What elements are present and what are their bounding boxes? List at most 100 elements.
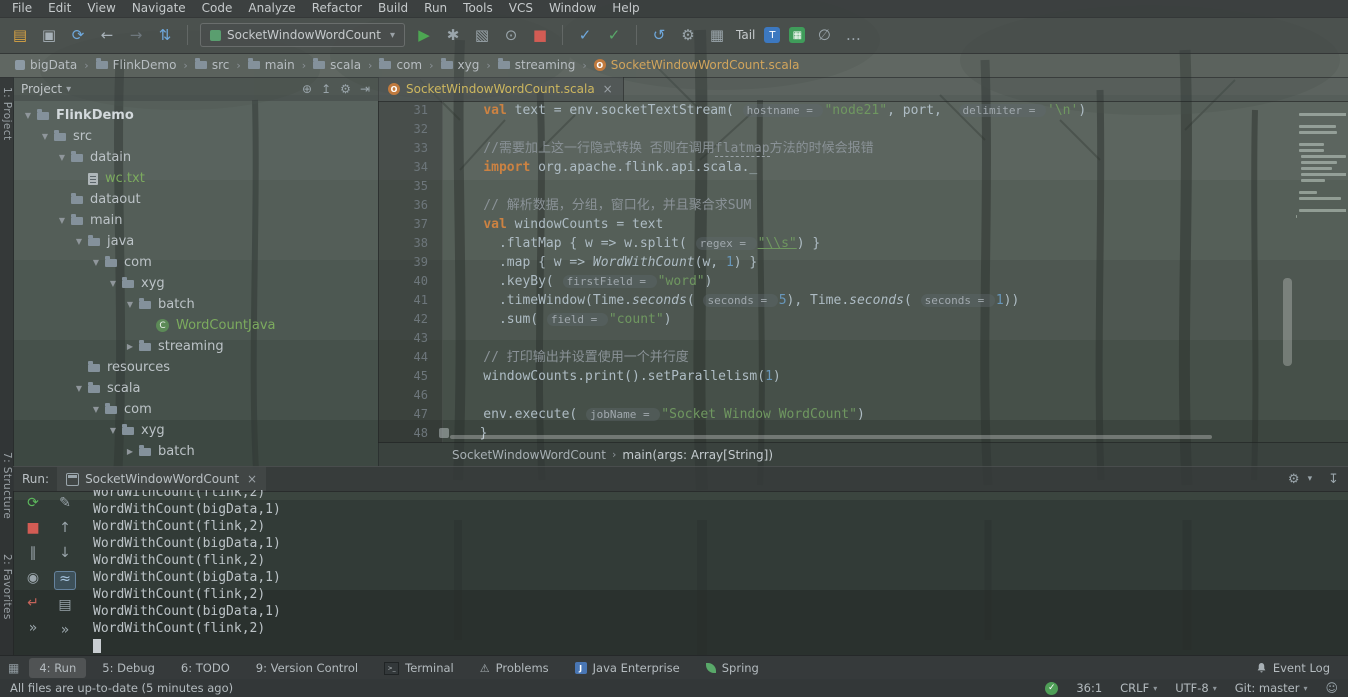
menu-item-build[interactable]: Build xyxy=(370,0,416,17)
save-all-icon[interactable]: ▣ xyxy=(39,28,59,43)
stop-icon[interactable]: ■ xyxy=(530,28,550,43)
line-number[interactable]: 46 xyxy=(378,386,440,405)
breadcrumb-item-com[interactable]: com xyxy=(376,58,425,72)
toolwindow-button-6-todo[interactable]: 6: TODO xyxy=(171,658,240,678)
tree-item-flinkdemo[interactable]: ▼FlinkDemo xyxy=(13,105,378,126)
menu-item-refactor[interactable]: Refactor xyxy=(304,0,370,17)
dock-pinned-icon[interactable]: ↧ xyxy=(1328,472,1339,487)
stop-button[interactable]: ■ xyxy=(23,521,43,538)
undo-icon[interactable]: ↺ xyxy=(649,28,669,43)
code-line-48[interactable]: 48 } xyxy=(378,424,1348,443)
tree-toggle-icon[interactable]: ▼ xyxy=(106,279,120,288)
menu-item-tools[interactable]: Tools xyxy=(455,0,501,17)
close-icon[interactable]: × xyxy=(603,82,613,96)
run-console[interactable]: WordWithCount(flink,2)WordWithCount(bigD… xyxy=(93,490,1348,655)
line-number[interactable]: 38 xyxy=(378,234,440,253)
more-console-actions-button[interactable]: » xyxy=(55,623,75,640)
editor-breadcrumb-item[interactable]: SocketWindowWordCount xyxy=(452,448,606,462)
line-number[interactable]: 34 xyxy=(378,158,440,177)
horizontal-scrollbar[interactable] xyxy=(450,435,1212,439)
collapse-all-icon[interactable]: ↥ xyxy=(321,82,331,96)
locate-file-icon[interactable]: ⊕ xyxy=(302,82,312,96)
code-line-44[interactable]: 44 // 打印输出并设置使用一个并行度 xyxy=(378,348,1348,367)
tree-item-src[interactable]: ▼src xyxy=(13,126,378,147)
hector-icon[interactable]: ☺ xyxy=(1325,681,1338,695)
code-line-33[interactable]: 33 //需要加上这一行隐式转换 否则在调用flatmap方法的时候会报错 xyxy=(378,139,1348,158)
tree-toggle-icon[interactable]: ▼ xyxy=(55,216,69,225)
breadcrumb-item-xyg[interactable]: xyg xyxy=(438,58,483,72)
tree-toggle-icon[interactable]: ▼ xyxy=(89,258,103,267)
tree-toggle-icon[interactable]: ▶ xyxy=(123,342,137,351)
tree-toggle-icon[interactable]: ▼ xyxy=(106,426,120,435)
tree-item-com[interactable]: ▼com xyxy=(13,399,378,420)
code-line-41[interactable]: 41 .timeWindow(Time.seconds( seconds = 5… xyxy=(378,291,1348,310)
line-number[interactable]: 35 xyxy=(378,177,440,196)
more-actions-button[interactable]: » xyxy=(23,621,43,638)
code-line-36[interactable]: 36 // 解析数据，分组，窗口化，并且聚合求SUM xyxy=(378,196,1348,215)
code-line-34[interactable]: 34 import org.apache.flink.api.scala._ xyxy=(378,158,1348,177)
tree-item-datain[interactable]: ▼datain xyxy=(13,147,378,168)
code-line-43[interactable]: 43 xyxy=(378,329,1348,348)
open-folder-icon[interactable]: ▤ xyxy=(10,28,30,43)
close-icon[interactable]: × xyxy=(247,472,257,486)
toolwindow-button-problems[interactable]: ⚠Problems xyxy=(470,658,559,678)
exit-button[interactable]: ↵ xyxy=(23,596,43,613)
breadcrumb-item-flinkdemo[interactable]: FlinkDemo xyxy=(93,58,180,72)
line-number[interactable]: 44 xyxy=(378,348,440,367)
soft-wrap-button[interactable]: ≈ xyxy=(54,571,76,590)
code-line-42[interactable]: 42 .sum( field = "count") xyxy=(378,310,1348,329)
breadcrumb-item-src[interactable]: src xyxy=(192,58,233,72)
gutter-marker-icon[interactable] xyxy=(439,428,449,438)
plugin-grid-icon[interactable]: ▦ xyxy=(789,27,805,43)
panel-settings-icon[interactable]: ⚙ xyxy=(340,82,351,96)
toolwindow-button-event-log[interactable]: Event Log xyxy=(1246,658,1340,678)
line-number[interactable]: 33 xyxy=(378,139,440,158)
run-config-selector[interactable]: SocketWindowWordCount▾ xyxy=(200,23,405,47)
settings-gear-icon[interactable]: ⚙ xyxy=(1288,472,1300,487)
tree-toggle-icon[interactable]: ▼ xyxy=(123,300,137,309)
up-stacktrace-button[interactable]: ↑ xyxy=(55,521,75,538)
menu-item-edit[interactable]: Edit xyxy=(40,0,79,17)
tree-toggle-icon[interactable]: ▼ xyxy=(89,405,103,414)
line-number[interactable]: 42 xyxy=(378,310,440,329)
code-line-32[interactable]: 32 xyxy=(378,120,1348,139)
tail-widget[interactable]: Tail xyxy=(736,28,755,42)
tree-item-main[interactable]: ▼main xyxy=(13,210,378,231)
line-number[interactable]: 32 xyxy=(378,120,440,139)
line-number[interactable]: 31 xyxy=(378,101,440,120)
menu-item-help[interactable]: Help xyxy=(604,0,647,17)
toolwindow-switcher-icon[interactable]: ▦ xyxy=(8,661,19,675)
tree-toggle-icon[interactable]: ▼ xyxy=(72,384,86,393)
toolwindow-button-4-run[interactable]: 4: Run xyxy=(29,658,86,678)
update-project-icon[interactable]: ⇅ xyxy=(155,28,175,43)
translate-icon[interactable]: T xyxy=(764,27,780,43)
tree-toggle-icon[interactable]: ▼ xyxy=(55,153,69,162)
toolwindow-button-terminal[interactable]: >_Terminal xyxy=(374,658,464,678)
editor-tab-socketwindowwordcount[interactable]: O SocketWindowWordCount.scala × xyxy=(378,77,624,101)
caret-position-widget[interactable]: 36:1 xyxy=(1076,681,1102,695)
code-minimap[interactable] xyxy=(1294,113,1346,221)
tree-item-wc-txt[interactable]: wc.txt xyxy=(13,168,378,189)
tree-item-streaming[interactable]: ▶streaming xyxy=(13,336,378,357)
tree-item-batch[interactable]: ▼batch xyxy=(13,294,378,315)
breadcrumb-item-socketwindowwordcount-scala[interactable]: OSocketWindowWordCount.scala xyxy=(591,58,803,72)
toolwindow-button-9-version-control[interactable]: 9: Version Control xyxy=(246,658,368,678)
line-number[interactable]: 43 xyxy=(378,329,440,348)
code-line-38[interactable]: 38 .flatMap { w => w.split( regex = "\\s… xyxy=(378,234,1348,253)
code-line-35[interactable]: 35 xyxy=(378,177,1348,196)
back-icon[interactable]: ← xyxy=(97,28,117,43)
menu-item-analyze[interactable]: Analyze xyxy=(240,0,303,17)
menu-item-window[interactable]: Window xyxy=(541,0,604,17)
line-number[interactable]: 37 xyxy=(378,215,440,234)
menu-item-code[interactable]: Code xyxy=(194,0,241,17)
line-number[interactable]: 47 xyxy=(378,405,440,424)
code-line-40[interactable]: 40 .keyBy( firstField = "word") xyxy=(378,272,1348,291)
toolwindow-button-java-enterprise[interactable]: JJava Enterprise xyxy=(565,658,690,678)
tree-item-wordcountjava[interactable]: CWordCountJava xyxy=(13,315,378,336)
project-view-selector[interactable]: Project xyxy=(21,82,62,96)
tree-item-xyg[interactable]: ▼xyg xyxy=(13,273,378,294)
breadcrumb-item-bigdata[interactable]: bigData xyxy=(12,58,80,72)
tool-stripe-project-button[interactable]: 1: Project xyxy=(0,87,13,140)
more-icon[interactable]: … xyxy=(843,28,863,43)
git-branch-widget[interactable]: Git: master▾ xyxy=(1235,681,1308,695)
